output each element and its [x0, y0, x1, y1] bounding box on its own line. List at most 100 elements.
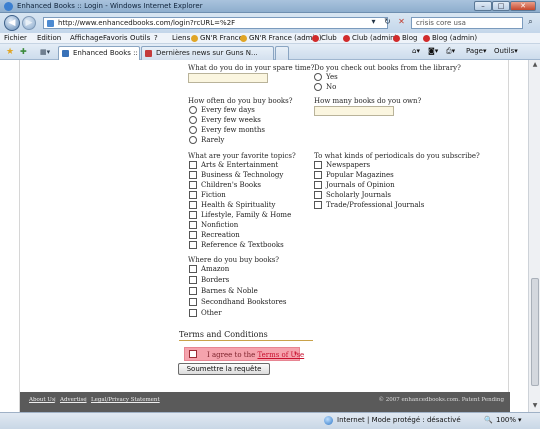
agree-prefix: I agree to the [207, 351, 258, 359]
quick-tabs-icon[interactable]: ▦▾ [40, 48, 50, 56]
refresh-icon[interactable]: ↻ [382, 17, 393, 29]
library-no-radio[interactable] [314, 83, 322, 91]
topic-checkbox-nonfiction[interactable] [189, 221, 197, 229]
topic-checkbox-lifestyle[interactable] [189, 211, 197, 219]
menu-item-favoris[interactable]: Favoris [103, 34, 128, 42]
periodical-checkbox-scholarly[interactable] [314, 191, 322, 199]
page-menu-label: Page [466, 47, 483, 55]
club-favicon-icon [343, 35, 350, 42]
internet-zone-icon [324, 416, 333, 425]
freq-radio-weeks[interactable] [189, 116, 197, 124]
topic-checkbox-fiction[interactable] [189, 191, 197, 199]
agree-checkbox[interactable] [189, 350, 197, 358]
footer-link-legal[interactable]: Legal/Privacy Statement [91, 397, 160, 403]
periodical-checkbox-popular[interactable] [314, 171, 322, 179]
vertical-scrollbar[interactable]: ▲ ▼ [528, 60, 540, 412]
back-button[interactable]: ◀ [4, 15, 20, 31]
tab-dernieres-news[interactable]: Dernières news sur Guns N... [141, 46, 274, 60]
topic-checkbox-childrens[interactable] [189, 181, 197, 189]
books-owned-input[interactable] [314, 106, 394, 116]
topic-checkbox-reference[interactable] [189, 241, 197, 249]
page-menu-button[interactable]: Page▾ [466, 47, 486, 55]
library-no-label: No [326, 83, 337, 91]
freq-label-rarely: Rarely [201, 136, 225, 144]
favorites-star-icon[interactable]: ★ [6, 47, 14, 57]
freq-radio-months[interactable] [189, 126, 197, 134]
topic-label-arts: Arts & Entertainment [201, 161, 279, 169]
tab-label: Dernières news sur Guns N... [156, 49, 258, 57]
menu-item-edition[interactable]: Edition [37, 34, 61, 42]
periodical-checkbox-trade[interactable] [314, 201, 322, 209]
topic-checkbox-health[interactable] [189, 201, 197, 209]
link-club-admin[interactable]: Club (admin) [352, 34, 397, 42]
search-icon[interactable]: ⌕ [525, 17, 536, 29]
where-checkbox-borders[interactable] [189, 276, 197, 284]
where-checkbox-barnes[interactable] [189, 287, 197, 295]
add-favorite-icon[interactable]: ✚ [20, 47, 27, 56]
url-text: http://www.enhancedbooks.com/login?rcURL… [58, 19, 236, 27]
required-marker: * [294, 351, 298, 359]
footer-separator: | [85, 397, 87, 403]
feeds-icon[interactable]: ◙▾ [428, 47, 438, 55]
maximize-button[interactable]: □ [492, 1, 510, 11]
link-club[interactable]: Club [321, 34, 337, 42]
periodicals-question: To what kinds of periodicals do you subs… [314, 152, 480, 160]
link-blog[interactable]: Blog [402, 34, 417, 42]
topics-question: What are your favorite topics? [188, 152, 296, 160]
close-window-button[interactable]: ✕ [510, 1, 536, 11]
tab-bar: ★ ✚ ▦▾ Enhanced Books :: Login Dernières… [0, 44, 540, 60]
zoom-level[interactable]: 100% [496, 416, 516, 424]
footer-link-about[interactable]: About Us [29, 397, 55, 403]
print-icon[interactable]: ⎙▾ [446, 47, 455, 56]
periodical-checkbox-opinion[interactable] [314, 181, 322, 189]
link-gnr-france-admin[interactable]: GN'R France (admin) [249, 34, 322, 42]
where-label-barnes: Barnes & Noble [201, 287, 258, 295]
stop-icon[interactable]: ✕ [396, 17, 407, 29]
home-icon[interactable]: ⌂▾ [412, 47, 420, 55]
menu-item-fichier[interactable]: Fichier [4, 34, 27, 42]
menu-item-affichage[interactable]: Affichage [70, 34, 103, 42]
freq-radio-days[interactable] [189, 106, 197, 114]
freq-radio-rarely[interactable] [189, 136, 197, 144]
dropdown-icon[interactable]: ▾ [368, 17, 379, 29]
address-toolbar: ◀ ▶ http://www.enhancedbooks.com/login?r… [0, 13, 540, 33]
periodical-label-trade: Trade/Professional Journals [326, 201, 425, 209]
where-checkbox-secondhand[interactable] [189, 298, 197, 306]
agree-text: I agree to the Terms of Use [207, 351, 304, 359]
scroll-down-icon[interactable]: ▼ [531, 402, 539, 410]
tab-enhanced-books-login[interactable]: Enhanced Books :: Login [58, 46, 140, 60]
scroll-up-icon[interactable]: ▲ [531, 61, 539, 69]
terms-divider [179, 340, 313, 341]
blog-favicon-icon [423, 35, 430, 42]
topic-label-fiction: Fiction [201, 191, 226, 199]
new-tab-button[interactable] [275, 46, 289, 60]
link-blog-admin[interactable]: Blog (admin) [432, 34, 477, 42]
link-gnr-france[interactable]: GN'R France [200, 34, 243, 42]
gnr-favicon-icon [240, 35, 247, 42]
library-yes-radio[interactable] [314, 73, 322, 81]
submit-button[interactable]: Soumettre la requête [178, 363, 270, 375]
where-checkbox-other[interactable] [189, 309, 197, 317]
periodical-checkbox-newspapers[interactable] [314, 161, 322, 169]
address-input[interactable]: http://www.enhancedbooks.com/login?rcURL… [43, 17, 388, 29]
where-checkbox-amazon[interactable] [189, 265, 197, 273]
library-yes-label: Yes [326, 73, 338, 81]
topic-checkbox-arts[interactable] [189, 161, 197, 169]
freq-label-weeks: Every few weeks [201, 116, 261, 124]
menu-item-outils[interactable]: Outils [130, 34, 150, 42]
where-label-amazon: Amazon [201, 265, 230, 273]
search-input[interactable]: crisis core usa [411, 17, 523, 29]
footer-link-advertise[interactable]: Advertise [60, 397, 87, 403]
spare-time-input[interactable] [188, 73, 268, 83]
scrollbar-thumb[interactable] [531, 278, 539, 386]
menu-item-help[interactable]: ? [154, 34, 158, 42]
terms-agreement-box: I agree to the Terms of Use * [184, 347, 304, 361]
topic-checkbox-recreation[interactable] [189, 231, 197, 239]
forward-button[interactable]: ▶ [22, 16, 36, 30]
tools-menu-button[interactable]: Outils▾ [494, 47, 518, 55]
zoom-dropdown-icon[interactable]: ▾ [518, 416, 522, 424]
page-favicon-icon [145, 50, 152, 57]
minimize-button[interactable]: – [474, 1, 492, 11]
topic-checkbox-business[interactable] [189, 171, 197, 179]
zoom-icon[interactable]: 🔍 [484, 416, 493, 424]
